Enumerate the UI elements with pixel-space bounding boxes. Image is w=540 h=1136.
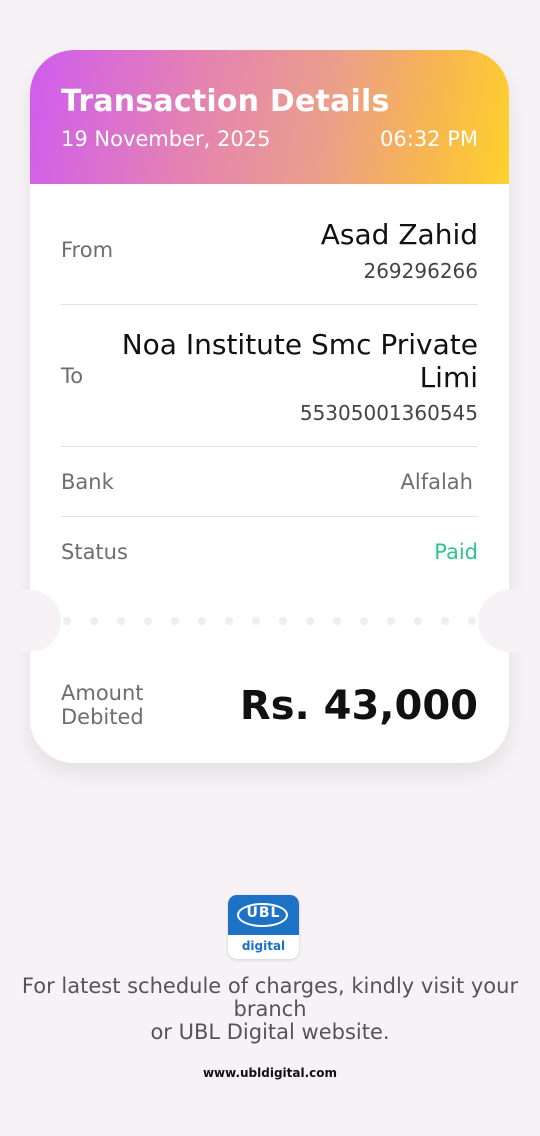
divider <box>61 446 478 447</box>
transaction-time: 06:32 PM <box>380 127 478 151</box>
receipt-header: Transaction Details 19 November, 2025 06… <box>30 50 509 184</box>
charges-note: For latest schedule of charges, kindly v… <box>21 974 519 1044</box>
status-badge: Paid <box>434 540 478 564</box>
ubl-digital-logo: UBL digital <box>228 895 299 959</box>
page-title: Transaction Details <box>61 84 390 119</box>
ticket-notch-left <box>0 590 61 652</box>
amount-label: Amount Debited <box>61 681 144 729</box>
amount-value: Rs. 43,000 <box>239 683 478 729</box>
status-label: Status <box>61 540 128 564</box>
sender-name: Asad Zahid <box>320 218 478 251</box>
ticket-notch-right <box>478 590 540 652</box>
to-label: To <box>61 364 84 388</box>
website-link[interactable]: www.ubldigital.com <box>0 1066 540 1080</box>
divider <box>61 516 478 517</box>
transaction-date: 19 November, 2025 <box>61 127 271 151</box>
bank-value: Alfalah <box>400 470 473 494</box>
perforation-line <box>63 617 476 625</box>
divider <box>61 304 478 305</box>
transaction-receipt-card: Transaction Details 19 November, 2025 06… <box>0 50 540 763</box>
sender-account: 269296266 <box>363 259 478 283</box>
recipient-name: Noa Institute Smc Private Limi <box>121 328 478 394</box>
recipient-account: 55305001360545 <box>299 401 478 425</box>
from-label: From <box>61 238 114 262</box>
bank-label: Bank <box>61 470 114 494</box>
